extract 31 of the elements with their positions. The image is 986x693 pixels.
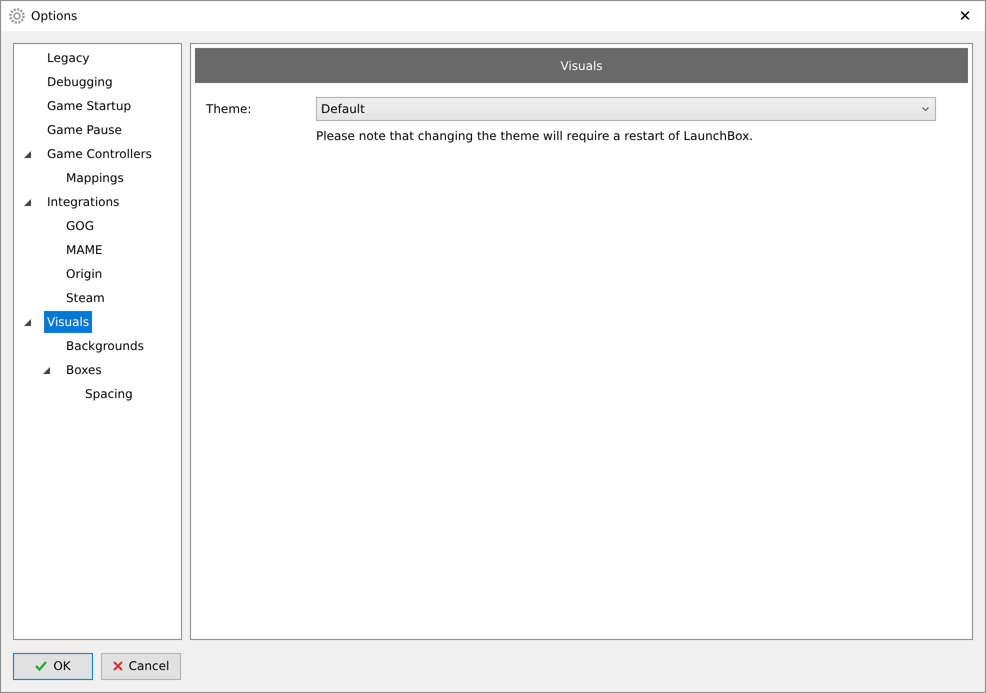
theme-dropdown[interactable]: Default [316,97,936,121]
expanded-triangle-icon[interactable] [43,366,50,374]
tree-item[interactable]: Spacing [82,383,136,405]
tree-item[interactable]: Mappings [63,167,127,189]
chevron-down-icon [922,107,929,111]
checkmark-icon [35,661,48,671]
tree-item[interactable]: Steam [63,287,108,309]
tree-item[interactable]: Visuals [44,311,92,333]
tree-item[interactable]: MAME [63,239,106,261]
tree-item[interactable]: Backgrounds [63,335,147,357]
tree-item[interactable]: Boxes [63,359,105,381]
note-text: Please note that changing the theme will require a restart of LaunchBox. [316,129,754,143]
ok-button[interactable]: OK [13,652,93,680]
cancel-button[interactable]: Cancel [101,652,181,680]
tree-item[interactable]: Game Controllers [44,143,155,165]
tree-item[interactable]: GOG [63,215,98,237]
tree-item[interactable]: Integrations [44,191,122,213]
expanded-triangle-icon[interactable] [24,318,31,326]
window-title: Options [31,9,78,23]
section-header: Visuals [195,48,968,83]
gear-icon [9,8,25,24]
field-label: Theme: [206,102,252,116]
close-button[interactable]: ✕ [945,1,985,31]
tree-item[interactable]: Legacy [44,47,93,69]
cross-icon [112,661,123,671]
tree-item[interactable]: Game Pause [44,119,125,141]
tree-item[interactable]: Origin [63,263,106,285]
expanded-triangle-icon[interactable] [24,150,31,158]
tree-item[interactable]: Debugging [44,71,116,93]
tree-item[interactable]: Game Startup [44,95,134,117]
expanded-triangle-icon[interactable] [24,198,31,206]
